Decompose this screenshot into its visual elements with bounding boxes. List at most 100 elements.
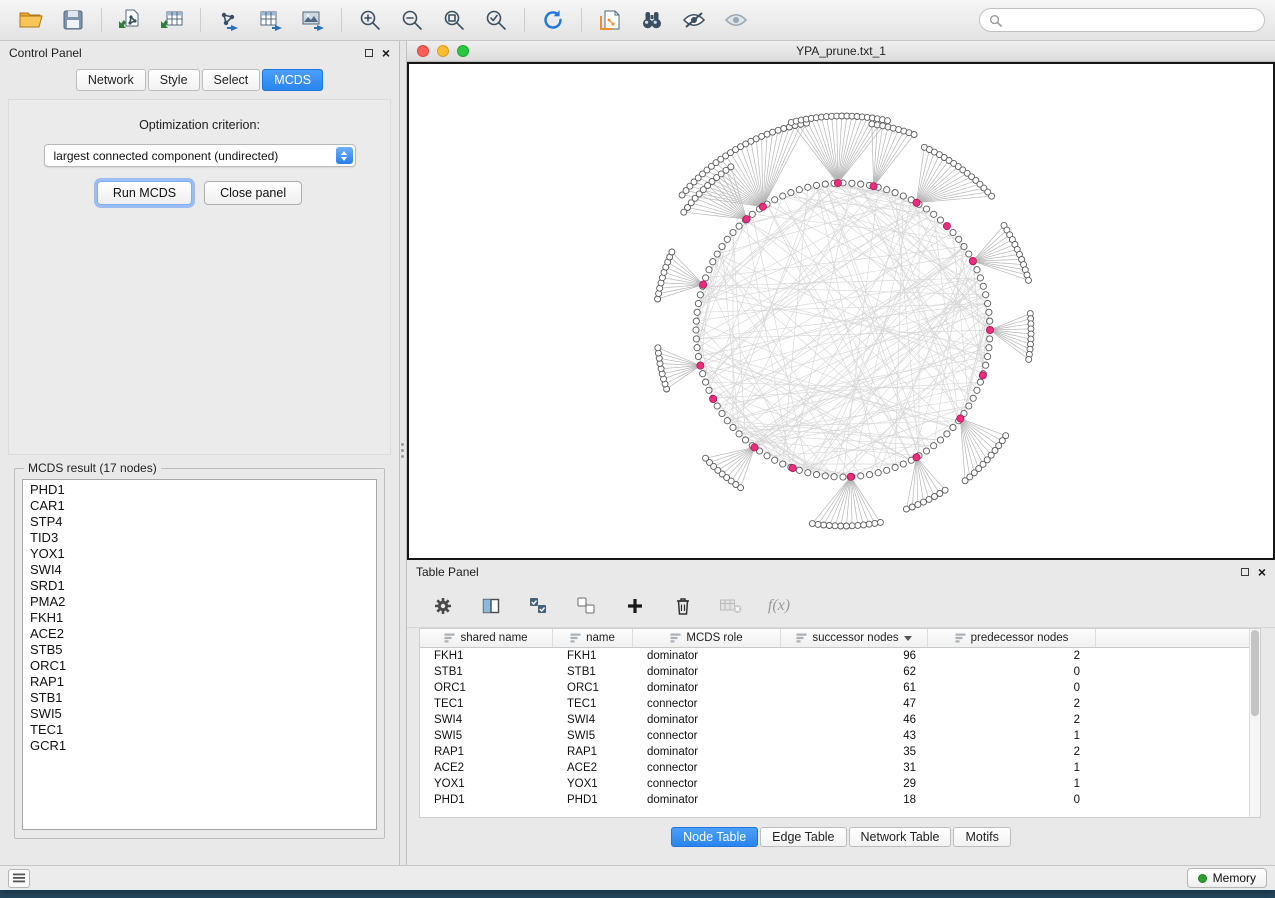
tab-mcds[interactable]: MCDS <box>262 69 323 91</box>
mcds-result-item[interactable]: RAP1 <box>23 674 376 690</box>
close-table-panel-icon[interactable]: × <box>1258 567 1266 577</box>
zoom-fit-button[interactable] <box>433 4 475 36</box>
task-history-button[interactable] <box>8 869 30 888</box>
zoom-out-button[interactable] <box>391 4 433 36</box>
tab-motifs[interactable]: Motifs <box>953 827 1010 847</box>
table-row[interactable]: ORC1 ORC1 dominator 61 0 <box>420 680 1260 696</box>
tab-network-table[interactable]: Network Table <box>849 827 952 847</box>
mcds-result-item[interactable]: YOX1 <box>23 546 376 562</box>
column-type-icon <box>955 633 966 643</box>
table-row[interactable]: STB1 STB1 dominator 62 0 <box>420 664 1260 680</box>
zoom-selected-button[interactable] <box>475 4 517 36</box>
tab-node-table[interactable]: Node Table <box>671 827 758 847</box>
float-table-panel-icon[interactable] <box>1241 568 1249 576</box>
splitter-grip-icon <box>401 443 404 458</box>
export-network-button[interactable] <box>208 4 250 36</box>
column-header-successor-nodes[interactable]: successor nodes <box>781 629 928 647</box>
toolbar-separator <box>200 8 201 32</box>
network-canvas[interactable] <box>407 62 1275 560</box>
column-header-predecessor-nodes[interactable]: predecessor nodes <box>928 629 1096 647</box>
deselect-all-rows-button[interactable] <box>573 591 601 621</box>
network-titlebar[interactable]: YPA_prune.txt_1 <box>407 41 1275 62</box>
export-image-button[interactable] <box>292 4 334 36</box>
binoculars-icon <box>639 8 665 32</box>
open-folder-icon <box>18 8 44 32</box>
table-row[interactable]: SWI4 SWI4 dominator 46 2 <box>420 712 1260 728</box>
tab-style[interactable]: Style <box>148 69 200 91</box>
zoom-out-icon <box>400 8 424 32</box>
tab-network[interactable]: Network <box>76 69 146 91</box>
mcds-result-item[interactable]: FKH1 <box>23 610 376 626</box>
plus-icon <box>626 597 644 615</box>
table-row[interactable]: TEC1 TEC1 connector 47 2 <box>420 696 1260 712</box>
table-row[interactable]: SWI5 SWI5 connector 43 1 <box>420 728 1260 744</box>
mcds-result-item[interactable]: CAR1 <box>23 498 376 514</box>
optimization-criterion-select[interactable]: largest connected component (undirected) <box>44 144 356 167</box>
import-table-button[interactable] <box>151 4 193 36</box>
panel-splitter[interactable] <box>400 41 407 865</box>
mcds-result-item[interactable]: PMA2 <box>23 594 376 610</box>
show-details-button[interactable] <box>715 4 757 36</box>
mcds-result-item[interactable]: SWI4 <box>23 562 376 578</box>
table-settings-button[interactable] <box>429 591 457 621</box>
mcds-result-item[interactable]: GCR1 <box>23 738 376 754</box>
close-window-icon[interactable] <box>417 45 429 57</box>
maximize-window-icon[interactable] <box>457 45 469 57</box>
close-panel-button[interactable]: Close panel <box>204 181 302 205</box>
hide-details-button[interactable] <box>673 4 715 36</box>
table-clear-icon <box>719 597 743 615</box>
network-window: YPA_prune.txt_1 <box>407 41 1275 560</box>
mcds-result-item[interactable]: STP4 <box>23 514 376 530</box>
minimize-window-icon[interactable] <box>437 45 449 57</box>
import-network-button[interactable] <box>109 4 151 36</box>
tab-edge-table[interactable]: Edge Table <box>760 827 846 847</box>
table-row[interactable]: PHD1 PHD1 dominator 18 0 <box>420 792 1260 808</box>
open-network-button[interactable] <box>10 4 52 36</box>
mcds-result-item[interactable]: PHD1 <box>23 482 376 498</box>
function-builder-button[interactable]: f(x) <box>765 591 793 621</box>
column-header-filler <box>1096 629 1260 647</box>
column-header-name[interactable]: name <box>553 629 633 647</box>
mcds-result-item[interactable]: STB1 <box>23 690 376 706</box>
tab-select[interactable]: Select <box>202 69 261 91</box>
mcds-result-item[interactable]: ORC1 <box>23 658 376 674</box>
import-network-icon <box>117 8 143 32</box>
delete-column-button[interactable] <box>669 591 697 621</box>
table-row[interactable]: RAP1 RAP1 dominator 35 2 <box>420 744 1260 760</box>
memory-button[interactable]: Memory <box>1187 868 1267 888</box>
control-panel: Control Panel × Network Style Select MCD… <box>0 41 400 865</box>
import-table-disabled-button[interactable] <box>717 591 745 621</box>
mcds-result-list: PHD1 CAR1 STP4 TID3 YOX1 SWI4 SRD1 PMA2 … <box>22 479 377 830</box>
zoom-in-button[interactable] <box>349 4 391 36</box>
run-mcds-button[interactable]: Run MCDS <box>97 181 192 205</box>
add-column-button[interactable] <box>621 591 649 621</box>
float-panel-icon[interactable] <box>365 49 373 57</box>
close-panel-icon[interactable]: × <box>382 48 390 58</box>
column-header-mcds-role[interactable]: MCDS role <box>633 629 781 647</box>
memory-status-icon <box>1198 874 1207 883</box>
search-network-button[interactable] <box>631 4 673 36</box>
mcds-result-item[interactable]: SWI5 <box>23 706 376 722</box>
save-session-button[interactable] <box>52 4 94 36</box>
scrollbar-thumb[interactable] <box>1251 630 1259 716</box>
search-input[interactable] <box>1008 13 1255 27</box>
select-all-rows-button[interactable] <box>525 591 553 621</box>
refresh-view-button[interactable] <box>532 4 574 36</box>
export-image-icon <box>300 8 326 32</box>
mcds-result-item[interactable]: TID3 <box>23 530 376 546</box>
duplicate-network-button[interactable] <box>589 4 631 36</box>
table-row[interactable]: ACE2 ACE2 connector 31 1 <box>420 760 1260 776</box>
table-scrollbar[interactable] <box>1249 629 1260 817</box>
export-table-button[interactable] <box>250 4 292 36</box>
eye-slash-icon <box>681 8 707 32</box>
column-header-shared-name[interactable]: shared name <box>420 629 553 647</box>
show-columns-button[interactable] <box>477 591 505 621</box>
mcds-result-item[interactable]: SRD1 <box>23 578 376 594</box>
network-graph[interactable] <box>409 64 1273 556</box>
mcds-result-item[interactable]: ACE2 <box>23 626 376 642</box>
mcds-result-item[interactable]: STB5 <box>23 642 376 658</box>
deselect-all-icon <box>576 596 598 616</box>
table-row[interactable]: FKH1 FKH1 dominator 96 2 <box>420 648 1260 664</box>
table-row[interactable]: YOX1 YOX1 connector 29 1 <box>420 776 1260 792</box>
mcds-result-item[interactable]: TEC1 <box>23 722 376 738</box>
